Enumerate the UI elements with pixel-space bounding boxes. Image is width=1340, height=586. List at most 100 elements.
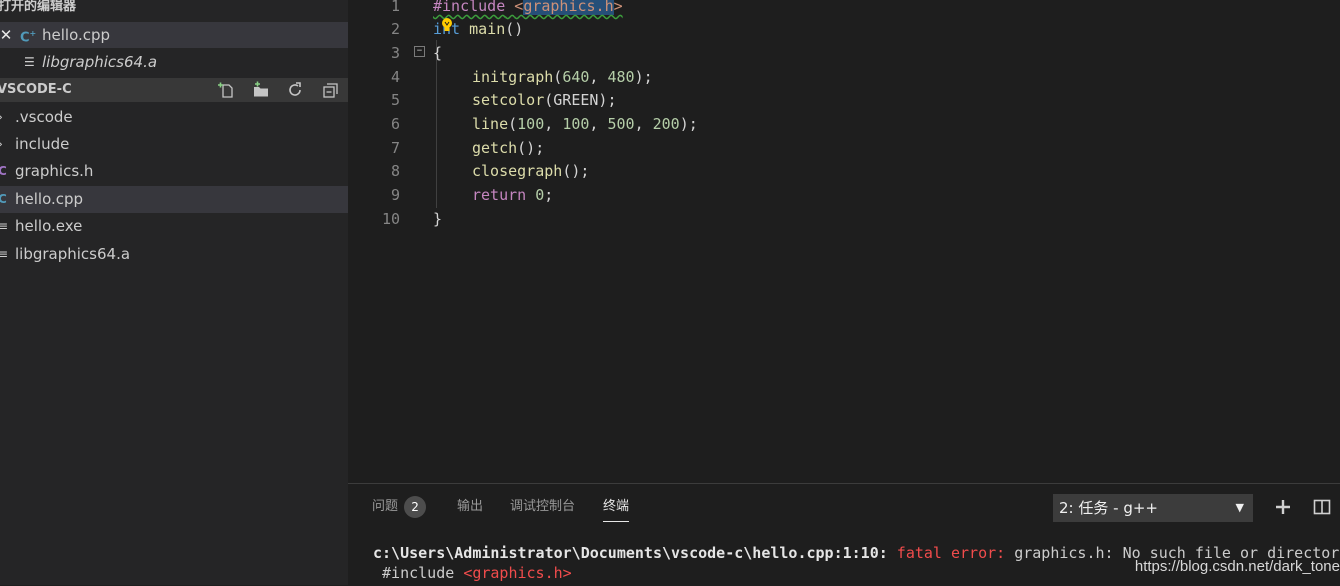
token-number: 500 — [607, 115, 635, 133]
tab-label: 问题 — [372, 499, 399, 514]
new-folder-icon[interactable] — [252, 81, 270, 99]
cpp-file-icon: C+ — [20, 29, 37, 46]
code-line-8[interactable]: closegraph(); — [472, 159, 589, 183]
token-number: 100 — [562, 115, 590, 133]
tab-debug-console[interactable]: 调试控制台 — [510, 484, 575, 530]
code-line-4[interactable]: initgraph(640, 480); — [472, 65, 653, 89]
collapse-all-icon[interactable] — [322, 81, 340, 99]
problems-count-badge: 2 — [404, 495, 427, 518]
line-number: 1 — [390, 0, 400, 15]
token-punct: , — [589, 68, 608, 86]
close-icon[interactable]: ✕ — [0, 22, 13, 48]
line-number: 3 — [390, 44, 400, 62]
token-function: main — [469, 20, 506, 38]
token-function: line — [472, 115, 509, 133]
token-punct: ); — [679, 115, 698, 133]
line-number: 8 — [390, 162, 400, 180]
tree-item-hello-exe[interactable]: ≡ hello.exe — [0, 213, 348, 240]
tab-terminal[interactable]: 终端 — [603, 484, 630, 530]
chevron-right-icon: › — [0, 131, 8, 158]
terminal-line-2[interactable]: #include <graphics.h> — [373, 563, 572, 583]
tree-item-graphics-h[interactable]: C graphics.h — [0, 158, 348, 185]
token-number: 200 — [652, 115, 680, 133]
code-line-9[interactable]: return 0; — [472, 183, 553, 207]
code-editor[interactable]: 1 2 3 4 5 6 7 8 9 10 − #include <graphic… — [348, 0, 1340, 483]
folder-name: VSCODE-C — [0, 82, 72, 97]
token-punct: (); — [562, 162, 590, 180]
file-lines-icon: ≡ — [0, 247, 9, 261]
token-punct: ); — [634, 68, 653, 86]
line-number: 5 — [390, 91, 400, 109]
open-editors-title[interactable]: 打开的编辑器 — [0, 0, 76, 18]
token-number: 100 — [517, 115, 545, 133]
line-number: 10 — [381, 210, 400, 228]
token-angle-close: > — [613, 0, 623, 15]
token-punct: ; — [544, 186, 554, 204]
code-line-7[interactable]: getch(); — [472, 136, 544, 160]
token-directive: #include — [433, 0, 506, 15]
terminal-source-header: <graphics.h> — [463, 564, 572, 582]
tree-item-vscode[interactable]: › .vscode — [0, 104, 348, 131]
code-line-5[interactable]: setcolor(GREEN); — [472, 88, 617, 112]
token-number: 0 — [535, 186, 545, 204]
terminal-source-prefix: #include — [373, 564, 464, 582]
code-line-6[interactable]: line(100, 100, 500, 200); — [472, 112, 698, 136]
token-function: closegraph — [472, 162, 563, 180]
tab-output[interactable]: 输出 — [457, 484, 483, 530]
add-icon[interactable] — [1274, 498, 1292, 516]
terminal-error-location: c:\Users\Administrator\Documents\vscode-… — [373, 544, 888, 562]
tree-item-label: include — [15, 135, 70, 153]
open-editor-label: libgraphics64.a — [42, 53, 158, 71]
tree-item-hello-cpp[interactable]: C hello.cpp — [0, 186, 348, 213]
token-keyword: return — [472, 186, 527, 204]
open-editor-item-libgraphics[interactable]: ☰ libgraphics64.a — [0, 49, 348, 75]
token-punct: () — [505, 20, 524, 38]
token-function: initgraph — [472, 68, 554, 86]
code-line-1[interactable]: #include <graphics.h> — [433, 0, 623, 18]
token-angle-open: < — [514, 0, 524, 15]
token-punct: , — [634, 115, 653, 133]
split-icon[interactable] — [1313, 498, 1331, 516]
terminal-task-select[interactable]: 2: 任务 - g++ ▼ — [1053, 494, 1253, 522]
token-number: 480 — [607, 68, 635, 86]
lightbulb-icon[interactable] — [440, 17, 454, 33]
code-line-3[interactable]: { — [433, 41, 442, 65]
line-number: 4 — [390, 68, 400, 86]
new-file-icon[interactable] — [217, 81, 235, 99]
terminal-error-label: fatal error: — [896, 544, 1006, 562]
tree-item-label: .vscode — [15, 108, 73, 126]
open-editor-item-hello-cpp[interactable]: ✕ C+ hello.cpp — [0, 22, 348, 48]
sidebar: 打开的编辑器 ✕ C+ hello.cpp ☰ libgraphics64.a … — [0, 0, 348, 585]
line-number: 6 — [390, 115, 400, 133]
c-file-icon: C — [0, 164, 7, 178]
file-lines-icon: ☰ — [24, 55, 35, 69]
indent-guide — [436, 40, 437, 208]
code-line-10[interactable]: } — [433, 207, 442, 231]
token-function: getch — [472, 139, 518, 157]
tree-item-libgraphics[interactable]: ≡ libgraphics64.a — [0, 241, 348, 268]
line-number: 7 — [390, 139, 400, 157]
tree-item-label: hello.exe — [15, 217, 83, 235]
tree-item-label: libgraphics64.a — [15, 245, 131, 263]
task-select-value: 2: 任务 - g++ — [1059, 499, 1158, 517]
tab-problems[interactable]: 问题 2 — [372, 484, 427, 530]
token-punct: ( — [553, 68, 563, 86]
tree-item-include[interactable]: › include — [0, 131, 348, 158]
token-function: setcolor — [472, 91, 545, 109]
line-number: 9 — [390, 186, 400, 204]
token-punct: , — [544, 115, 563, 133]
watermark: https://blog.csdn.net/dark_tone — [1134, 558, 1340, 575]
refresh-icon[interactable] — [286, 81, 304, 99]
token-punct: (); — [517, 139, 545, 157]
explorer-folder-header[interactable]: VSCODE-C — [0, 78, 348, 102]
token-punct: (GREEN); — [544, 91, 617, 109]
token-punct: , — [589, 115, 608, 133]
cpp-file-icon: C — [0, 192, 7, 206]
chevron-down-icon: ▼ — [1235, 501, 1244, 514]
token-punct: ( — [508, 115, 518, 133]
file-lines-icon: ≡ — [0, 219, 9, 233]
fold-minus-icon[interactable]: − — [414, 46, 425, 57]
